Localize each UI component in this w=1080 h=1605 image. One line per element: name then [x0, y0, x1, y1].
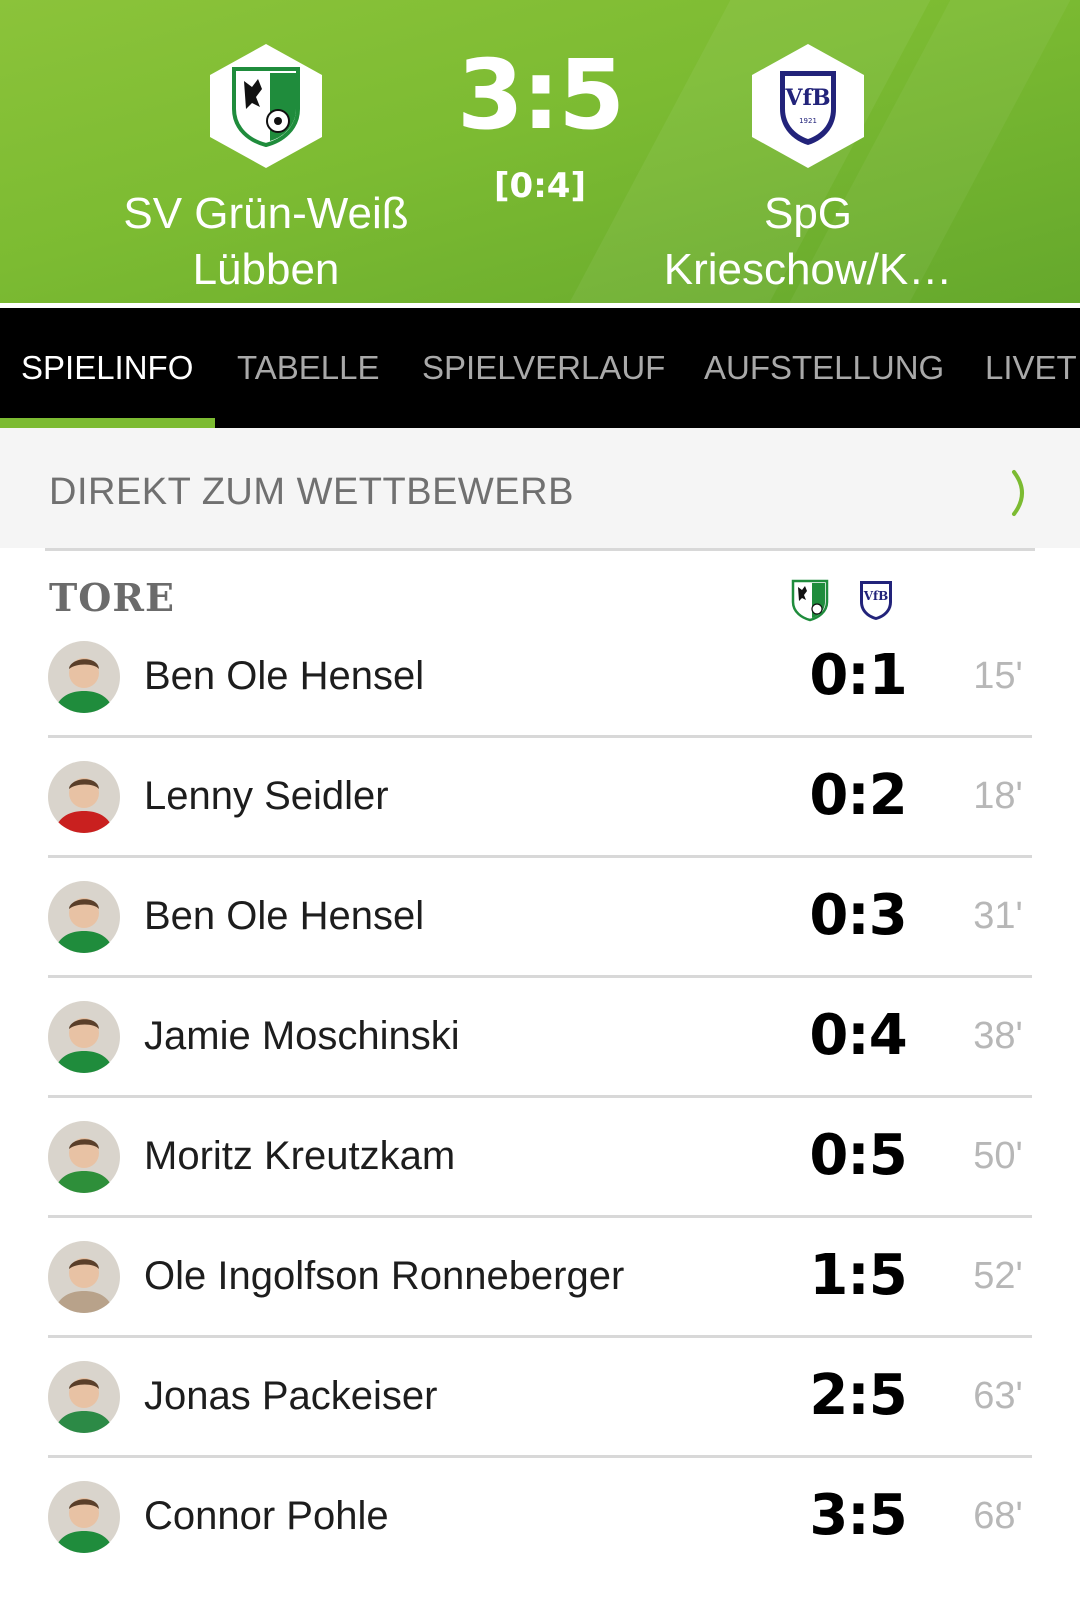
- goal-row[interactable]: Ole Ingolfson Ronneberger 1:5 52': [48, 1218, 1032, 1338]
- goal-score: 0:1: [809, 643, 907, 708]
- goal-score: 0:3: [809, 883, 907, 948]
- goal-scorer-name: Lenny Seidler: [144, 774, 389, 818]
- halftime-score: [0:4]: [494, 166, 586, 206]
- competition-link[interactable]: DIREKT ZUM WETTBEWERB: [0, 428, 1080, 548]
- goal-minute: 68': [973, 1495, 1023, 1537]
- goal-scorer-name: Ole Ingolfson Ronneberger: [144, 1254, 625, 1298]
- away-team-crest-icon: VfB 1921: [752, 44, 864, 168]
- goal-score: 0:4: [809, 1003, 907, 1068]
- tab-spielinfo[interactable]: SPIELINFO: [21, 308, 193, 428]
- goal-row[interactable]: Jonas Packeiser 2:5 63': [48, 1338, 1032, 1458]
- goal-score: 2:5: [809, 1363, 907, 1428]
- player-avatar: [48, 881, 120, 953]
- goal-scorer-name: Ben Ole Hensel: [144, 654, 425, 698]
- goal-score: 0:2: [809, 763, 907, 828]
- goal-minute: 52': [973, 1255, 1023, 1297]
- active-tab-indicator: [0, 418, 215, 428]
- goal-minute: 15': [973, 655, 1023, 697]
- goal-row[interactable]: Ben Ole Hensel 0:1 15': [48, 618, 1032, 738]
- tab-liveticker[interactable]: LIVET: [985, 308, 1077, 428]
- away-team[interactable]: VfB 1921 SpG Krieschow/K…: [628, 44, 988, 298]
- svg-text:1921: 1921: [799, 117, 817, 125]
- chevron-right-icon: [1012, 470, 1024, 516]
- tab-aufstellung[interactable]: AUFSTELLUNG: [704, 308, 944, 428]
- player-avatar: [48, 761, 120, 833]
- away-team-name: SpG Krieschow/K…: [663, 189, 953, 294]
- home-team-name: SV Grün-Weiß Lübben: [123, 189, 409, 294]
- goal-minute: 50': [973, 1135, 1023, 1177]
- goal-minute: 38': [973, 1015, 1023, 1057]
- home-team-crest-icon: [210, 44, 322, 168]
- goals-section-title: TORE: [49, 575, 175, 620]
- away-team-mini-crest-icon: VfB: [860, 581, 892, 620]
- goal-score: 0:5: [809, 1123, 907, 1188]
- goal-minute: 18': [973, 775, 1023, 817]
- svg-text:VfB: VfB: [863, 589, 889, 603]
- home-team[interactable]: SV Grün-Weiß Lübben: [86, 44, 446, 298]
- player-avatar: [48, 1241, 120, 1313]
- goal-minute: 63': [973, 1375, 1023, 1417]
- player-avatar: [48, 1481, 120, 1553]
- goal-scorer-name: Jonas Packeiser: [144, 1374, 438, 1418]
- goal-scorer-name: Ben Ole Hensel: [144, 894, 425, 938]
- goal-score: 3:5: [809, 1483, 907, 1548]
- competition-link-label: DIREKT ZUM WETTBEWERB: [49, 471, 574, 513]
- player-avatar: [48, 641, 120, 713]
- goal-scorer-name: Moritz Kreutzkam: [144, 1134, 456, 1178]
- goal-row[interactable]: Jamie Moschinski 0:4 38': [48, 978, 1032, 1098]
- tab-spielverlauf[interactable]: SPIELVERLAUF: [422, 308, 665, 428]
- divider: [45, 548, 1035, 551]
- goal-scorer-name: Connor Pohle: [144, 1494, 389, 1538]
- goal-row[interactable]: Ben Ole Hensel 0:3 31': [48, 858, 1032, 978]
- home-team-mini-crest-icon: [791, 579, 829, 622]
- tab-bar: SPIELINFO TABELLE SPIELVERLAUF AUFSTELLU…: [0, 308, 1080, 428]
- match-header: SV Grün-Weiß Lübben 3:5 [0:4] VfB 1921 S…: [0, 0, 1080, 304]
- goal-row[interactable]: Connor Pohle 3:5 68': [48, 1458, 1032, 1578]
- final-score: 3:5: [457, 39, 625, 151]
- player-avatar: [48, 1121, 120, 1193]
- goal-row[interactable]: Moritz Kreutzkam 0:5 50': [48, 1098, 1032, 1218]
- svg-text:VfB: VfB: [784, 85, 830, 111]
- goal-minute: 31': [973, 895, 1023, 937]
- goal-score: 1:5: [809, 1243, 907, 1308]
- player-avatar: [48, 1001, 120, 1073]
- goal-row[interactable]: Lenny Seidler 0:2 18': [48, 738, 1032, 858]
- goal-scorer-name: Jamie Moschinski: [144, 1014, 460, 1058]
- tab-tabelle[interactable]: TABELLE: [237, 308, 379, 428]
- player-avatar: [48, 1361, 120, 1433]
